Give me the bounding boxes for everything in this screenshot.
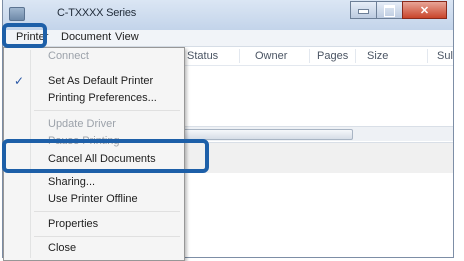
column-size[interactable]: Size [367, 50, 388, 62]
window-controls: ✕ [350, 1, 447, 19]
menu-item-update-driver: Update Driver [48, 118, 116, 130]
printer-app-icon [9, 7, 25, 21]
column-divider[interactable] [239, 49, 240, 63]
checkmark-icon: ✓ [14, 74, 25, 88]
menu-item-use-offline[interactable]: Use Printer Offline [48, 193, 138, 205]
minimize-icon [358, 9, 369, 14]
menu-separator [34, 236, 180, 237]
menu-item-close[interactable]: Close [48, 242, 76, 254]
minimize-button[interactable] [350, 1, 377, 19]
horizontal-scrollbar[interactable] [179, 126, 453, 141]
status-bar [179, 142, 453, 173]
maximize-button[interactable] [376, 1, 403, 19]
menu-item-set-default[interactable]: Set As Default Printer [48, 75, 153, 87]
menu-item-sharing[interactable]: Sharing... [48, 176, 95, 188]
window-title: C-TXXXX Series [57, 7, 137, 19]
maximize-icon [384, 5, 395, 17]
menu-item-preferences[interactable]: Printing Preferences... [48, 92, 157, 104]
menu-item-properties[interactable]: Properties [48, 218, 98, 230]
menu-document[interactable]: Document [61, 31, 111, 43]
scrollbar-thumb[interactable] [181, 129, 353, 140]
column-divider[interactable] [427, 49, 428, 63]
menu-separator [34, 110, 180, 111]
printer-menu-callout [2, 23, 47, 48]
menu-separator [34, 211, 180, 212]
title-bar[interactable]: C-TXXXX Series ✕ [3, 0, 453, 30]
menu-item-connect: Connect [48, 50, 89, 62]
column-status[interactable]: Status [187, 50, 218, 62]
column-divider[interactable] [309, 49, 310, 63]
cancel-all-callout [2, 139, 209, 173]
column-submitted[interactable]: Sul [437, 50, 453, 62]
column-divider[interactable] [355, 49, 356, 63]
column-owner[interactable]: Owner [255, 50, 287, 62]
menu-bar: Printer Document View [3, 30, 453, 47]
menu-view[interactable]: View [115, 31, 139, 43]
close-icon: ✕ [419, 5, 430, 17]
column-pages[interactable]: Pages [317, 50, 348, 62]
close-button[interactable]: ✕ [402, 1, 447, 19]
